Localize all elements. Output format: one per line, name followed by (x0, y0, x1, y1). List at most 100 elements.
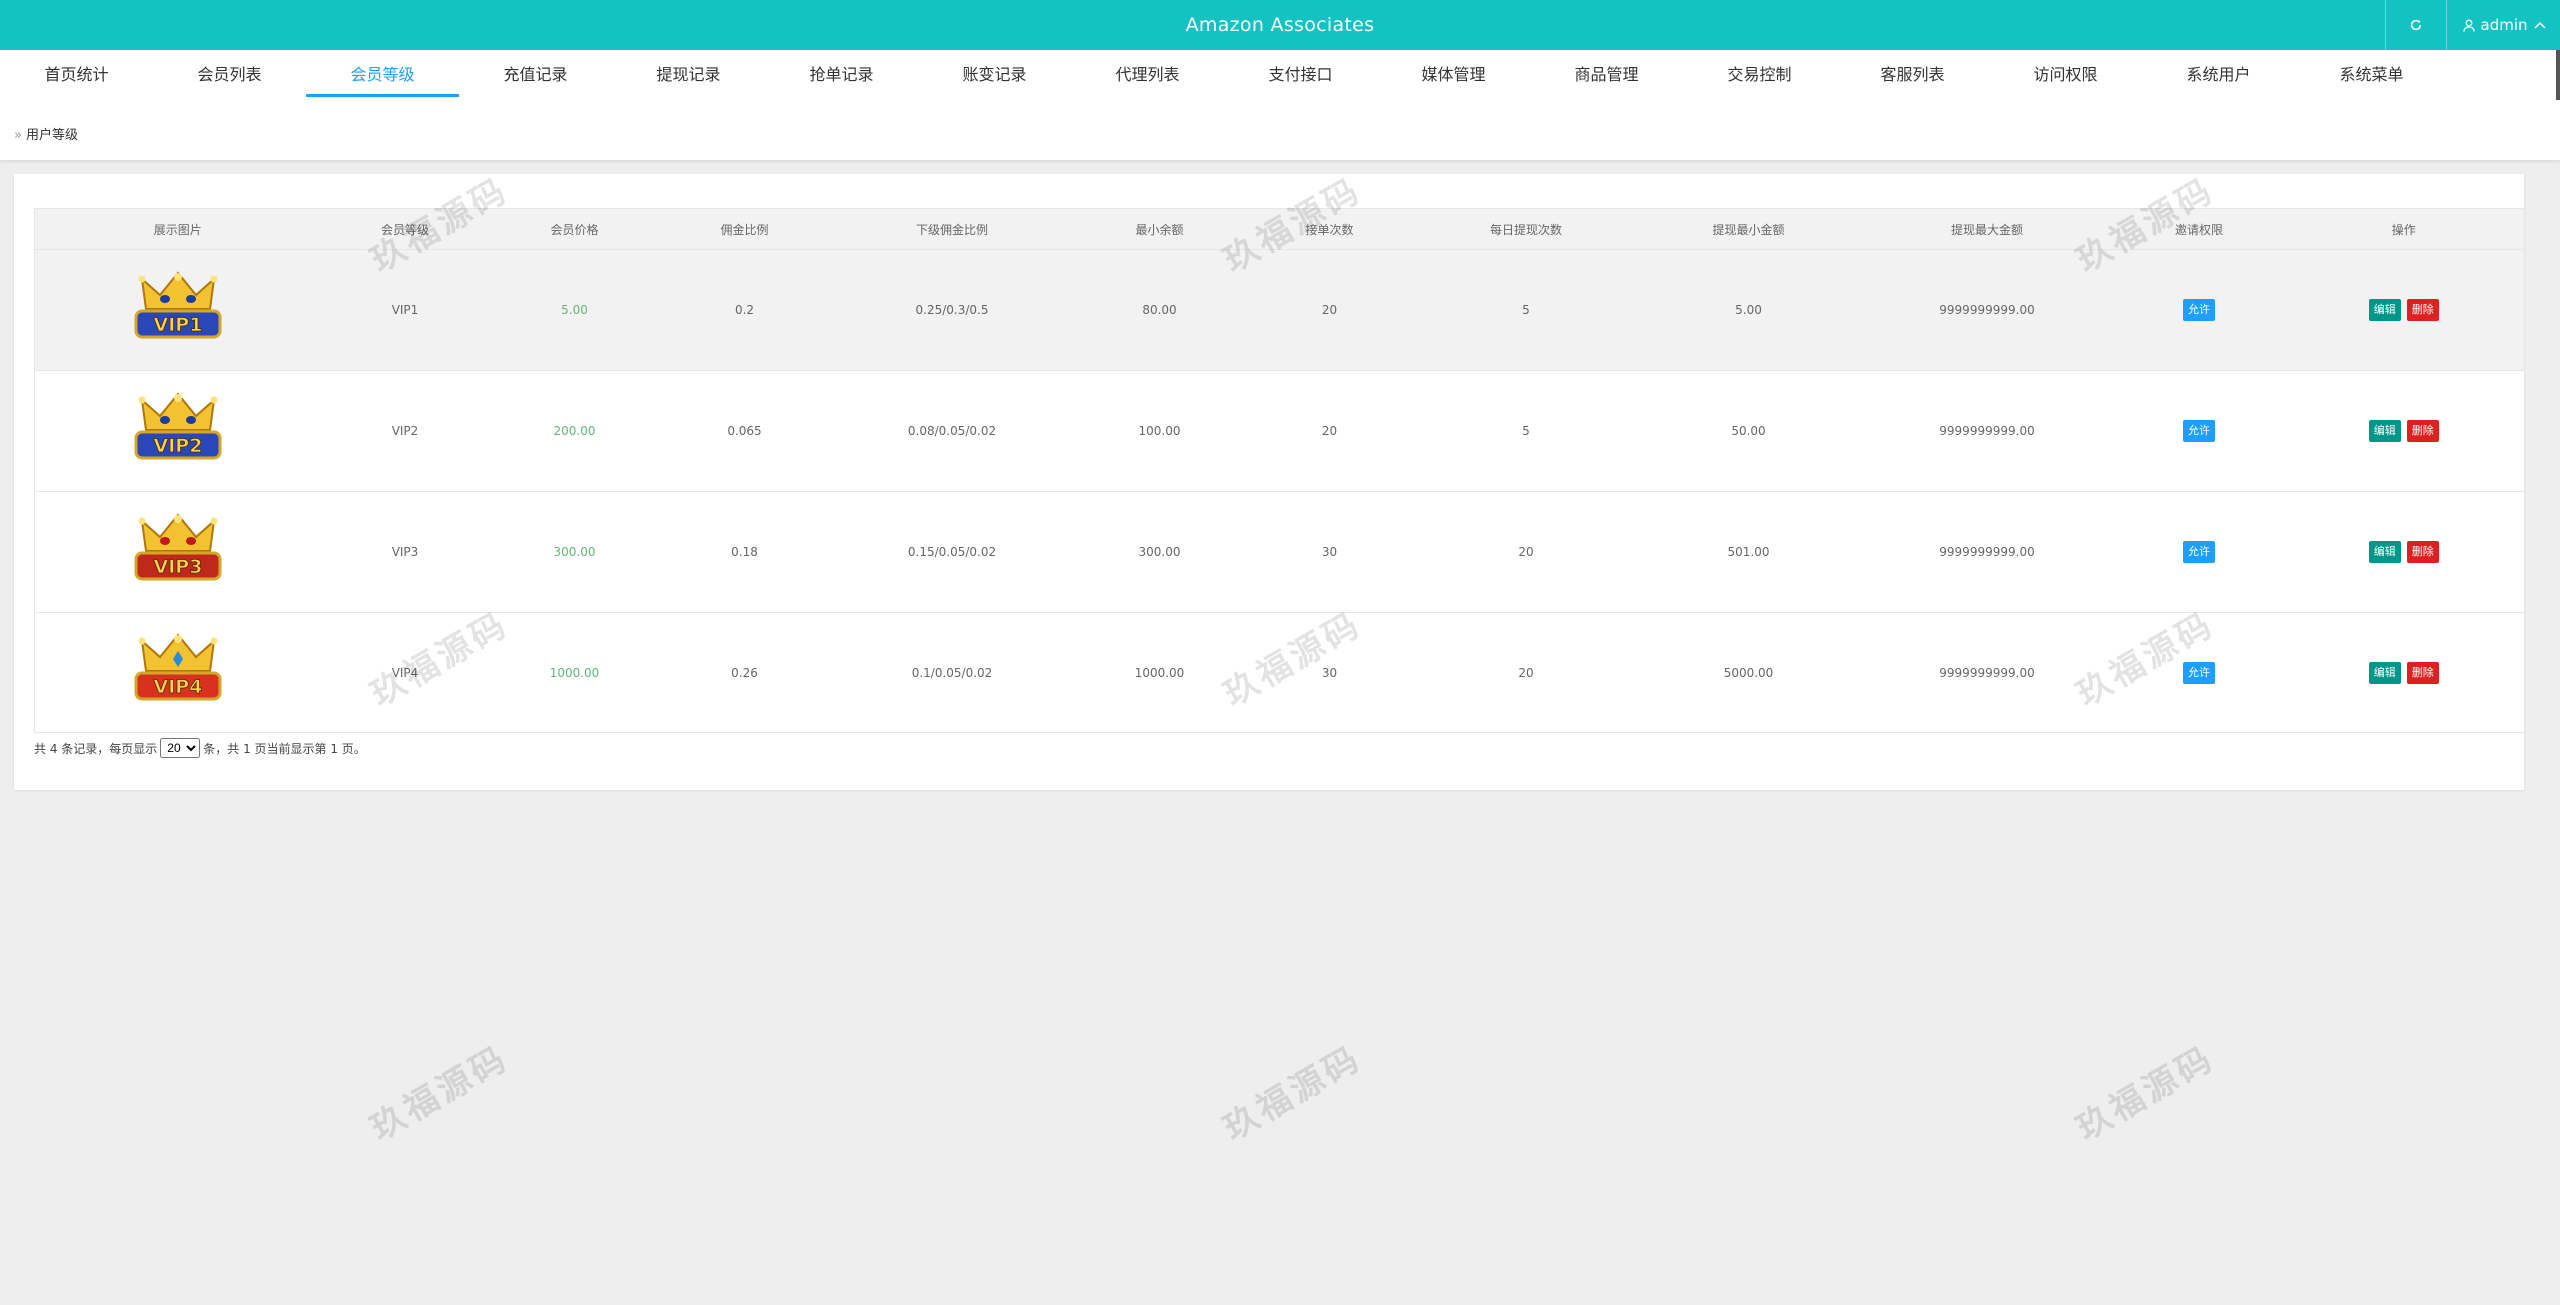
nav-trade-control[interactable]: 交易控制 (1683, 50, 1836, 100)
breadcrumb: » 用户等级 (14, 124, 78, 143)
edit-button[interactable]: 编辑 (2368, 661, 2401, 684)
invite-allowed-button[interactable]: 允许 (2183, 299, 2215, 321)
daily-withdraw-cell: 5 (1414, 370, 1638, 492)
withdraw-min-cell: 501.00 (1637, 491, 1860, 613)
chevron-up-icon (2533, 21, 2546, 29)
nav-agent-list[interactable]: 代理列表 (1071, 50, 1224, 100)
sub-rate-cell: 0.25/0.3/0.5 (829, 249, 1075, 371)
level-cell: VIP3 (320, 491, 490, 613)
col-member-price: 会员价格 (489, 208, 660, 250)
nav-service-list[interactable]: 客服列表 (1836, 50, 1989, 100)
withdraw-min-cell: 5.00 (1637, 249, 1860, 371)
vip-crown-badge-image: VIP1 (134, 270, 222, 338)
nav-payment-interface[interactable]: 支付接口 (1224, 50, 1377, 100)
delete-button[interactable]: 删除 (2406, 420, 2439, 442)
sub-rate-cell: 0.1/0.05/0.02 (829, 612, 1075, 733)
content-card: 展示图片 会员等级 会员价格 佣金比例 下级佣金比例 最小余额 接单次数 每日提… (14, 174, 2525, 790)
nav-system-menu[interactable]: 系统菜单 (2295, 50, 2448, 100)
price-cell: 300.00 (489, 491, 660, 613)
invite-allowed-button[interactable]: 允许 (2183, 420, 2215, 442)
edit-button[interactable]: 编辑 (2368, 299, 2401, 321)
sub-rate-cell: 0.08/0.05/0.02 (829, 370, 1075, 492)
min-balance-cell: 80.00 (1074, 249, 1245, 371)
nav-withdraw-records[interactable]: 提现记录 (612, 50, 765, 100)
nav-account-change-records[interactable]: 账变记录 (918, 50, 1071, 100)
edit-button[interactable]: 编辑 (2368, 541, 2401, 563)
nav-order-grab-records[interactable]: 抢单记录 (765, 50, 918, 100)
nav-system-users[interactable]: 系统用户 (2142, 50, 2295, 100)
pager-prefix: 共 4 条记录，每页显示 (34, 741, 158, 756)
col-min-balance: 最小余额 (1074, 208, 1245, 250)
pager-suffix: 条，共 1 页当前显示第 1 页。 (203, 741, 366, 756)
refresh-icon (2410, 19, 2422, 31)
vip-crown-badge-image: VIP2 (134, 391, 222, 459)
top-header: Amazon Associates admin (0, 0, 2560, 50)
col-member-level: 会员等级 (320, 208, 490, 250)
pagination: 共 4 条记录，每页显示 20 条，共 1 页当前显示第 1 页。 (34, 738, 366, 758)
nav-member-levels[interactable]: 会员等级 (306, 50, 459, 100)
nav-home-stats[interactable]: 首页统计 (0, 50, 153, 100)
orders-cell: 20 (1244, 370, 1415, 492)
badge-label: VIP1 (153, 314, 202, 336)
col-withdraw-max: 提现最大金额 (1859, 208, 2115, 250)
delete-button[interactable]: 删除 (2406, 661, 2439, 684)
badge-label: VIP4 (153, 676, 202, 698)
rate-cell: 0.2 (659, 249, 830, 371)
daily-withdraw-cell: 20 (1414, 612, 1638, 733)
badge-label: VIP3 (153, 556, 202, 578)
refresh-button[interactable] (2385, 0, 2446, 50)
app-title: Amazon Associates (1185, 14, 1375, 36)
col-order-count: 接单次数 (1244, 208, 1415, 250)
col-invite-permission: 邀请权限 (2114, 208, 2284, 250)
delete-button[interactable]: 删除 (2406, 299, 2439, 321)
nav-goods-management[interactable]: 商品管理 (1530, 50, 1683, 100)
watermark-text: 玖福源码 (1216, 1038, 1369, 1149)
col-daily-withdraw-count: 每日提现次数 (1414, 208, 1638, 250)
user-menu[interactable]: admin (2446, 0, 2560, 50)
page-size-select[interactable]: 20 (160, 738, 201, 758)
withdraw-min-cell: 5000.00 (1637, 612, 1860, 733)
min-balance-cell: 1000.00 (1074, 612, 1245, 733)
main-nav: 首页统计 会员列表 会员等级 充值记录 提现记录 抢单记录 账变记录 代理列表 … (0, 50, 2560, 100)
invite-allowed-button[interactable]: 允许 (2183, 541, 2215, 563)
col-actions: 操作 (2283, 208, 2525, 250)
min-balance-cell: 100.00 (1074, 370, 1245, 492)
breadcrumb-label: 用户等级 (25, 128, 78, 143)
rate-cell: 0.065 (659, 370, 830, 492)
min-balance-cell: 300.00 (1074, 491, 1245, 613)
rate-cell: 0.18 (659, 491, 830, 613)
withdraw-max-cell: 9999999999.00 (1859, 612, 2115, 733)
rate-cell: 0.26 (659, 612, 830, 733)
scrollbar[interactable] (2556, 50, 2560, 100)
withdraw-max-cell: 9999999999.00 (1859, 370, 2115, 492)
withdraw-max-cell: 9999999999.00 (1859, 249, 2115, 371)
nav-member-list[interactable]: 会员列表 (153, 50, 306, 100)
col-commission-rate: 佣金比例 (659, 208, 830, 250)
withdraw-max-cell: 9999999999.00 (1859, 491, 2115, 613)
price-cell: 200.00 (489, 370, 660, 492)
edit-button[interactable]: 编辑 (2368, 420, 2401, 442)
daily-withdraw-cell: 5 (1414, 249, 1638, 371)
invite-allowed-button[interactable]: 允许 (2183, 661, 2215, 684)
table-header-row: 展示图片 会员等级 会员价格 佣金比例 下级佣金比例 最小余额 接单次数 每日提… (34, 208, 2525, 250)
nav-recharge-records[interactable]: 充值记录 (459, 50, 612, 100)
watermark-text: 玖福源码 (363, 1038, 516, 1149)
col-sub-commission-rate: 下级佣金比例 (829, 208, 1075, 250)
nav-media-management[interactable]: 媒体管理 (1377, 50, 1530, 100)
user-name: admin (2480, 16, 2528, 34)
vip-crown-badge-image: VIP4 (134, 633, 222, 701)
level-cell: VIP4 (320, 612, 490, 733)
withdraw-min-cell: 50.00 (1637, 370, 1860, 492)
watermark-text: 玖福源码 (2069, 1038, 2222, 1149)
table-row: VIP3 VIP3 300.00 0.18 0.15/0.05/0.02 300… (34, 491, 2525, 613)
orders-cell: 20 (1244, 249, 1415, 371)
level-cell: VIP1 (320, 249, 490, 371)
badge-label: VIP2 (153, 435, 202, 457)
double-chevron-right-icon: » (14, 128, 22, 143)
nav-access-permissions[interactable]: 访问权限 (1989, 50, 2142, 100)
table-row: VIP2 VIP2 200.00 0.065 0.08/0.05/0.02 10… (34, 370, 2525, 492)
table-row: VIP4 VIP4 1000.00 0.26 0.1/0.05/0.02 100… (34, 612, 2525, 733)
daily-withdraw-cell: 20 (1414, 491, 1638, 613)
delete-button[interactable]: 删除 (2406, 541, 2439, 563)
user-icon (2462, 19, 2475, 32)
